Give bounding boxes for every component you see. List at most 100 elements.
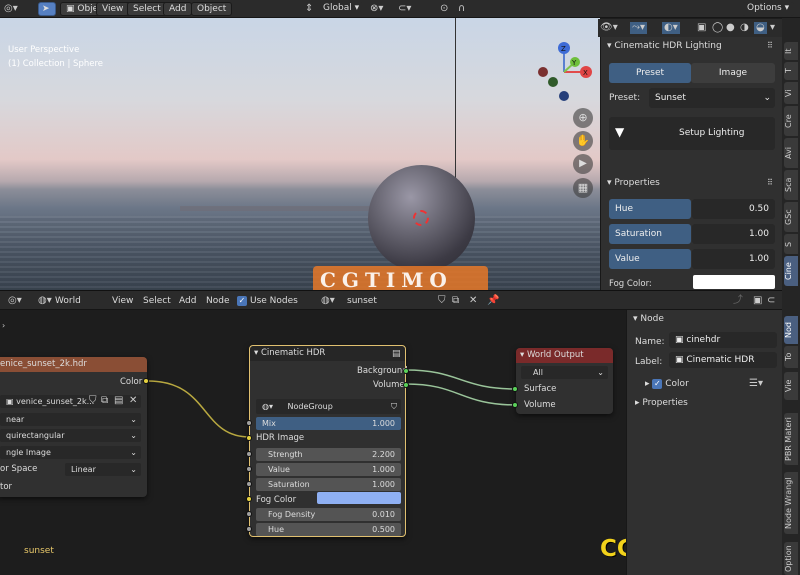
- interpolation-dropdown[interactable]: near ⌄: [0, 413, 141, 426]
- editor-type-icon[interactable]: ◎▾: [4, 3, 18, 15]
- setup-lighting-button[interactable]: ▼ Setup Lighting: [609, 117, 775, 150]
- tab-tool[interactable]: T: [784, 62, 798, 80]
- tab-view[interactable]: Vi: [784, 82, 798, 104]
- camera-view-icon[interactable]: ▶: [573, 154, 593, 174]
- image-unlink-icon[interactable]: ✕: [129, 395, 137, 407]
- fog-color-swatch[interactable]: [693, 275, 775, 289]
- wireframe-shading-icon[interactable]: ◯: [712, 22, 723, 34]
- world-browse-icon[interactable]: ◍▾: [321, 295, 335, 307]
- tab-cine[interactable]: Cine: [784, 256, 798, 286]
- color-checkbox[interactable]: ✓: [652, 379, 663, 389]
- strength-socket[interactable]: [246, 451, 252, 457]
- xray-icon[interactable]: ▣: [697, 22, 706, 34]
- tab-preset[interactable]: Preset: [609, 63, 691, 83]
- menu-view[interactable]: View: [96, 2, 130, 16]
- ortho-grid-icon[interactable]: ▦: [573, 178, 593, 198]
- value-field[interactable]: Value 1.000: [256, 463, 401, 476]
- node-section-title[interactable]: ▾ Node: [633, 314, 664, 324]
- value-socket[interactable]: [246, 466, 252, 472]
- target-dropdown[interactable]: All ⌄: [521, 366, 608, 379]
- duplicate-icon[interactable]: ⧉: [452, 295, 459, 307]
- color-panel-toggle[interactable]: ▸ ✓ Color: [645, 379, 689, 389]
- color-space-dropdown[interactable]: Linear ⌄: [65, 463, 141, 476]
- gizmo-toggle-icon[interactable]: ⤳▾: [630, 22, 648, 34]
- 3d-viewport[interactable]: User Perspective (1) Collection | Sphere…: [0, 18, 600, 290]
- node-menu-add[interactable]: Add: [179, 296, 196, 306]
- saturation-field[interactable]: Saturation 1.000: [256, 478, 401, 491]
- volume-input-socket[interactable]: [512, 402, 518, 408]
- snap-icon[interactable]: ⊂: [767, 295, 775, 307]
- visibility-icon[interactable]: 👁▾: [600, 22, 618, 34]
- image-user-icon[interactable]: ⛉: [89, 395, 97, 407]
- rendered-shading-icon[interactable]: ◒: [754, 22, 767, 34]
- saturation-socket[interactable]: [246, 481, 252, 487]
- tab-node-wrangler[interactable]: Node Wrangl: [784, 472, 798, 534]
- navigation-gizmo[interactable]: Z X Y: [535, 40, 595, 102]
- strength-field[interactable]: Strength 2.200: [256, 448, 401, 461]
- source-dropdown[interactable]: ngle Image ⌄: [0, 446, 141, 459]
- hue-label[interactable]: Hue: [609, 199, 691, 219]
- menu-add[interactable]: Add: [163, 2, 193, 16]
- preset-dropdown[interactable]: Sunset ⌄: [649, 88, 775, 108]
- drag-handle-icon[interactable]: ⠿: [767, 40, 773, 52]
- properties-title[interactable]: ▾ Properties: [607, 178, 660, 188]
- zoom-icon[interactable]: ⊕: [573, 108, 593, 128]
- solid-shading-icon[interactable]: ●: [726, 22, 735, 34]
- mix-field[interactable]: Mix 1.000: [256, 417, 401, 430]
- image-copy-icon[interactable]: ⧉: [101, 395, 108, 407]
- menu-object[interactable]: Object: [191, 2, 233, 16]
- pan-hand-icon[interactable]: ✋: [573, 131, 593, 151]
- tab-view[interactable]: Vie: [784, 372, 798, 400]
- tab-avi[interactable]: Avi: [784, 138, 798, 168]
- tab-image[interactable]: Image: [691, 63, 775, 83]
- hdr-image-socket[interactable]: [246, 435, 252, 441]
- fog-density-field[interactable]: Fog Density 0.010: [256, 508, 401, 521]
- world-icon[interactable]: ◍▾: [38, 295, 52, 307]
- fog-color-swatch[interactable]: [317, 492, 401, 504]
- nodegroup-selector[interactable]: ◍▾ NodeGroup ⛉: [256, 399, 401, 414]
- drag-handle-icon[interactable]: ⠿: [767, 177, 773, 189]
- parent-node-icon[interactable]: ⤴: [733, 295, 743, 307]
- tab-tool[interactable]: To: [784, 346, 798, 368]
- tab-item[interactable]: It: [784, 42, 798, 60]
- value-field[interactable]: 1.00: [692, 249, 775, 269]
- env-color-socket[interactable]: [143, 378, 149, 384]
- use-nodes-checkbox[interactable]: ✓: [237, 296, 247, 306]
- select-tool-button[interactable]: ➤: [38, 2, 56, 16]
- pivot-icon[interactable]: ⊗▾: [370, 3, 383, 15]
- mix-socket[interactable]: [246, 420, 252, 426]
- orientation-dropdown[interactable]: Global ▾: [318, 2, 365, 16]
- transform-icon[interactable]: ⇕: [305, 3, 313, 15]
- volume-output-socket[interactable]: [403, 382, 409, 388]
- panel-title[interactable]: ▾ Cinematic HDR Lighting: [607, 41, 722, 51]
- 3d-cursor[interactable]: [413, 210, 429, 226]
- world-output-node[interactable]: ▾ World Output All ⌄ Surface Volume: [512, 348, 613, 414]
- shading-options-icon[interactable]: ▾: [770, 22, 775, 34]
- hue-socket[interactable]: [246, 526, 252, 532]
- material-shading-icon[interactable]: ◑: [740, 22, 749, 34]
- node-label-field[interactable]: ▣ Cinematic HDR: [669, 352, 777, 368]
- tab-gsc[interactable]: GSc: [784, 202, 798, 232]
- node-group-icon[interactable]: ▤: [392, 348, 401, 360]
- tab-sca[interactable]: Sca: [784, 170, 798, 200]
- env-texture-node[interactable]: enice_sunset_2k.hdr Color ▣ venice_sunse…: [0, 357, 149, 497]
- menu-select[interactable]: Select: [127, 2, 167, 16]
- snap-icon[interactable]: ⊂▾: [398, 3, 411, 15]
- background-output-socket[interactable]: [403, 368, 409, 374]
- fog-density-socket[interactable]: [246, 511, 252, 517]
- fog-color-socket[interactable]: [246, 496, 252, 502]
- node-menu-view[interactable]: View: [112, 296, 133, 306]
- tab-pbr-materials[interactable]: PBR Materi: [784, 413, 798, 465]
- projection-dropdown[interactable]: quirectangular ⌄: [0, 429, 141, 442]
- hue-field[interactable]: 0.50: [692, 199, 775, 219]
- editor-type-icon[interactable]: ◎▾: [8, 295, 22, 307]
- saturation-field[interactable]: 1.00: [692, 224, 775, 244]
- tab-s[interactable]: S: [784, 234, 798, 254]
- tab-node[interactable]: Nod: [784, 316, 798, 344]
- node-editor-canvas[interactable]: › enice_sunset_2k.hdr Color ▣ venice_sun…: [0, 310, 757, 575]
- value-label[interactable]: Value: [609, 249, 691, 269]
- options-dropdown[interactable]: Options ▾: [742, 2, 795, 16]
- falloff-icon[interactable]: ∩: [458, 3, 465, 15]
- list-icon[interactable]: ☰▾: [749, 378, 763, 390]
- node-menu-node[interactable]: Node: [206, 296, 230, 306]
